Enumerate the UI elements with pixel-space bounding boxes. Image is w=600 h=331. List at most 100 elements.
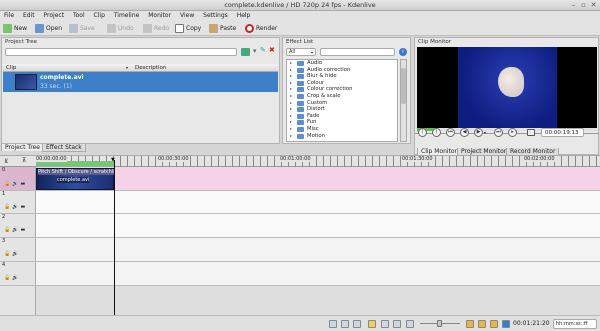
open-button[interactable]: Open [34, 23, 62, 34]
effect-category-item[interactable]: ▸ Crop & scale [287, 93, 397, 100]
effect-category-item[interactable]: ▸ Motion [287, 133, 397, 140]
track-controls-icon[interactable]: 🔓🔊 [4, 275, 20, 281]
effect-category-item[interactable]: ▸ Fade [287, 113, 397, 120]
track-3[interactable]: 3 🔓🔊 [0, 238, 600, 262]
effect-category-item[interactable]: ▸ Distort [287, 106, 397, 113]
save-button[interactable]: Save [68, 23, 95, 34]
menu-file[interactable]: File [4, 12, 14, 19]
track-controls-icon[interactable]: 🔓🔊▬ [4, 204, 27, 210]
menu-monitor[interactable]: Monitor [148, 12, 171, 19]
tab-clip-monitor[interactable]: Clip Monitor [417, 148, 462, 155]
effect-category-item[interactable]: ▸ Blur & hide [287, 73, 397, 80]
maximize-icon[interactable]: ▫ [579, 1, 588, 10]
folder-icon [297, 74, 304, 80]
redo-button[interactable]: Redo [142, 23, 169, 34]
rewind-icon[interactable]: ◀ [460, 128, 469, 137]
menu-view[interactable]: View [180, 12, 194, 19]
clip-row[interactable]: complete.avi 33 sec. (1) [3, 72, 278, 92]
redo-icon [143, 24, 152, 33]
project-tree-header: Clip ▾ Description [3, 64, 278, 72]
zoom-out-icon[interactable] [490, 320, 498, 328]
chevron-down-icon[interactable]: ▾ [484, 130, 486, 135]
track-0[interactable]: 0 🔓🔊▬ Pitch Shift / Obscure / scratchlin… [0, 167, 600, 191]
seek-end-icon[interactable]: ⏭ [494, 128, 503, 137]
menu-clip[interactable]: Clip [94, 12, 105, 19]
effect-category-item[interactable]: ▸ Misc [287, 126, 397, 133]
effect-search-input[interactable] [320, 48, 395, 56]
zoom-fit-icon[interactable] [466, 320, 474, 328]
effect-category-item[interactable]: ▸ Audio [287, 60, 397, 67]
show-audio-thumbs-icon[interactable] [341, 320, 349, 328]
effect-category-item[interactable]: ▸ Custom [287, 100, 397, 107]
track-2[interactable]: 2 🔓🔊▬ [0, 214, 600, 238]
zoom-in-icon[interactable]: ⊼ [22, 157, 26, 164]
timeline-ruler[interactable]: ⊻ ⊼ 00:00:00:00 00:00:30:00 00:01:00:00 … [0, 155, 600, 167]
zoom-slider-handle[interactable] [437, 320, 442, 327]
expand-arrow-icon: ▸ [290, 112, 293, 118]
menu-edit[interactable]: Edit [23, 12, 35, 19]
playhead-marker-icon[interactable]: ▼ [111, 157, 115, 163]
forward-icon[interactable]: ▸ [508, 128, 517, 137]
col-description-header[interactable]: Description [135, 64, 166, 72]
folder-icon [297, 107, 304, 113]
folder-icon [297, 126, 304, 132]
project-search-input[interactable] [5, 48, 237, 56]
show-thumbnails-icon[interactable] [329, 320, 337, 328]
minimize-icon[interactable]: – [569, 1, 578, 10]
render-button[interactable]: Render [244, 23, 277, 34]
close-icon[interactable]: ✕ [589, 1, 598, 10]
zone-start-icon[interactable]: ⟨ [418, 128, 427, 137]
seek-start-icon[interactable]: ⏮ [446, 128, 455, 137]
col-clip-header[interactable]: Clip [6, 65, 16, 71]
ruler-ticks [36, 156, 600, 167]
copy-button[interactable]: Copy [174, 23, 201, 34]
paste-button[interactable]: Paste [208, 23, 236, 34]
select-tool-icon[interactable] [406, 320, 414, 328]
tab-project-tree[interactable]: Project Tree [1, 144, 44, 151]
timeline-clip[interactable]: Pitch Shift / Obscure / scratchlines com… [36, 168, 114, 190]
track-controls-icon[interactable]: 🔓🔊▬ [4, 181, 27, 187]
timeline-empty-area [0, 286, 600, 315]
zone-end-icon[interactable]: ⟩ [432, 128, 441, 137]
zoom-in-icon[interactable] [478, 320, 486, 328]
scrollbar-thumb[interactable] [401, 68, 406, 104]
expand-arrow-icon: ▸ [290, 66, 293, 72]
menu-timeline[interactable]: Timeline [114, 12, 140, 19]
effect-list-scrollbar[interactable] [400, 59, 407, 142]
snap-icon[interactable] [368, 320, 376, 328]
monitor-screen[interactable] [417, 47, 597, 128]
spacer-tool-icon[interactable] [393, 320, 401, 328]
new-button[interactable]: New [2, 23, 27, 34]
add-clip-icon[interactable] [241, 48, 250, 56]
track-controls-icon[interactable]: 🔓🔊▬ [4, 227, 27, 233]
timecode-format-select[interactable]: hh:mm:ss::ff [553, 319, 597, 329]
effect-category-item[interactable]: ▸ Colour [287, 80, 397, 87]
volume-icon[interactable] [527, 129, 535, 136]
edit-clip-icon[interactable]: ✎ [260, 46, 266, 54]
effect-list: ▸ Audio ▸ Audio correction ▸ Blur & hide ▸ C… [286, 59, 398, 142]
play-icon[interactable]: ▶ [474, 128, 483, 137]
track-1[interactable]: 1 🔓🔊▬ [0, 191, 600, 214]
effect-filter-select[interactable]: All ▾ [286, 48, 316, 56]
menu-tool[interactable]: Tool [73, 12, 85, 19]
effect-category-item[interactable]: ▸ Colour correction [287, 86, 397, 93]
delete-clip-icon[interactable]: ✖ [269, 46, 275, 54]
tab-effect-stack[interactable]: Effect Stack [42, 144, 86, 152]
timecode-icon [502, 320, 510, 328]
menu-settings[interactable]: Settings [203, 12, 228, 19]
copy-icon [175, 24, 184, 33]
monitor-timecode[interactable]: 00:00:19:13 [541, 128, 584, 137]
effect-category-item[interactable]: ▸ Fun [287, 119, 397, 126]
info-icon[interactable]: i [399, 48, 407, 56]
effect-category-item[interactable]: ▸ Audio correction [287, 67, 397, 74]
chevron-down-icon[interactable]: ▾ [253, 47, 257, 55]
razor-tool-icon[interactable] [381, 320, 389, 328]
menu-help[interactable]: Help [237, 12, 251, 19]
playhead[interactable] [114, 160, 115, 315]
undo-button[interactable]: Undo [106, 23, 134, 34]
track-4[interactable]: 4 🔓🔊 [0, 262, 600, 286]
zoom-out-icon[interactable]: ⊻ [4, 158, 8, 165]
menu-project[interactable]: Project [44, 12, 65, 19]
show-markers-icon[interactable] [353, 320, 361, 328]
track-controls-icon[interactable]: 🔓🔊 [4, 251, 20, 257]
